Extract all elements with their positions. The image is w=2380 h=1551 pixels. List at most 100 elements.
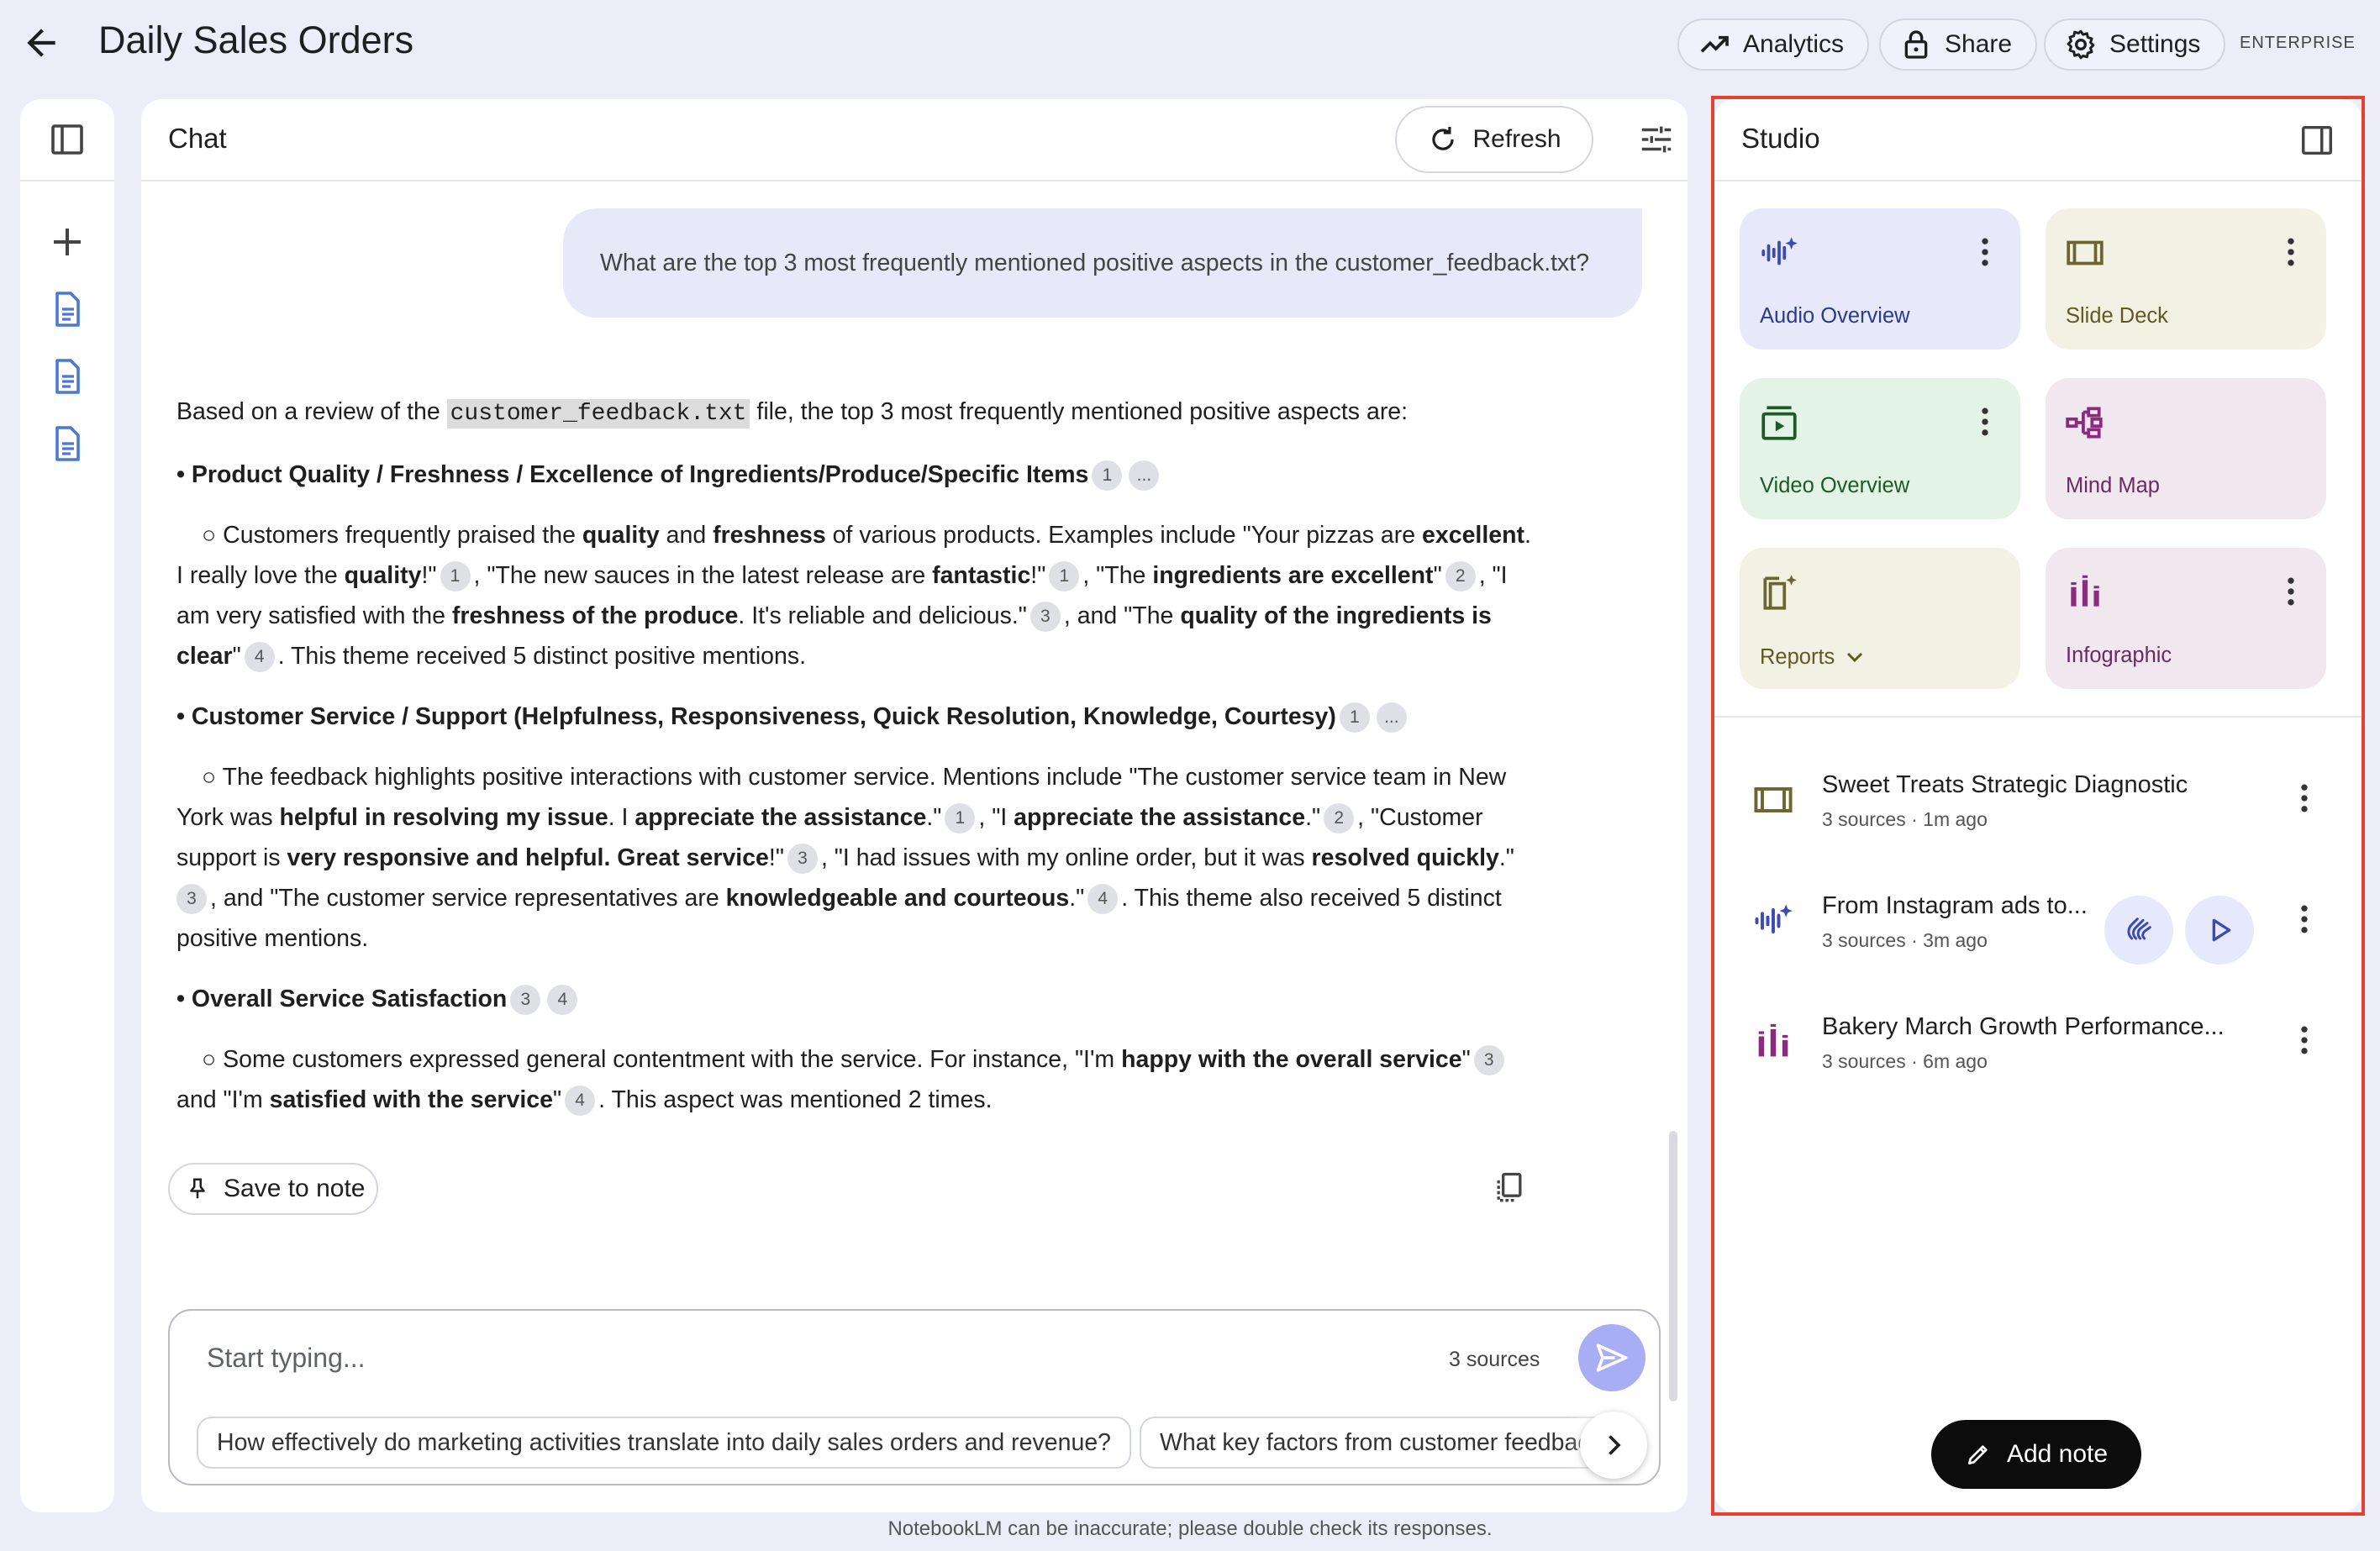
card-label: Reports: [1760, 644, 1835, 669]
assistant-response: Based on a review of the customer_feedba…: [176, 392, 1672, 1120]
pencil-icon: [1967, 1445, 1988, 1464]
citation-badge[interactable]: 4: [547, 985, 578, 1015]
audio-overview-card[interactable]: Audio Overview: [1740, 208, 2020, 350]
more-citations-badge[interactable]: ...: [1129, 460, 1160, 491]
card-label: Audio Overview: [1760, 304, 1910, 328]
lock-icon: [1904, 30, 1928, 59]
send-icon: [1596, 1343, 1628, 1372]
send-button[interactable]: [1578, 1324, 1645, 1391]
chat-input-box[interactable]: Start typing... 3 sources How effectivel…: [168, 1309, 1661, 1485]
more-options-icon[interactable]: [2286, 780, 2323, 817]
save-to-note-label: Save to note: [224, 1175, 366, 1202]
section-heading: • Customer Service / Support (Helpfulnes…: [176, 697, 1672, 737]
note-title: From Instagram ads to...: [1822, 892, 2088, 919]
enterprise-badge: ENTERPRISE: [2240, 34, 2356, 52]
reports-dropdown[interactable]: Reports: [1760, 644, 1868, 670]
more-options-icon[interactable]: [2286, 1022, 2323, 1059]
citation-badge[interactable]: 4: [565, 1086, 596, 1116]
suggestion-chip[interactable]: What key factors from customer feedback: [1140, 1417, 1610, 1469]
more-citations-badge[interactable]: ...: [1376, 702, 1407, 733]
collapse-panel-icon[interactable]: [2298, 121, 2336, 160]
play-icon: [2212, 918, 2231, 942]
response-intro: Based on a review of the customer_feedba…: [176, 398, 1409, 428]
mind-map-card[interactable]: Mind Map: [2046, 378, 2326, 519]
card-label: Mind Map: [2066, 474, 2160, 497]
add-note-label: Add note: [2006, 1440, 2109, 1468]
more-options-icon[interactable]: [1967, 234, 2004, 271]
citation-badge[interactable]: 1: [1092, 460, 1123, 491]
document-icon[interactable]: [47, 356, 87, 397]
citation-badge[interactable]: 1: [440, 561, 471, 591]
share-button[interactable]: Share: [1879, 18, 2038, 71]
document-icon[interactable]: [47, 289, 87, 329]
add-note-button[interactable]: Add note: [1931, 1420, 2141, 1489]
video-overview-icon: [1761, 406, 1797, 440]
citation-badge[interactable]: 3: [1029, 602, 1061, 632]
mind-map-icon: [2066, 407, 2103, 439]
chat-panel: Chat Refresh What are the top 3 most fre…: [141, 99, 1688, 1512]
studio-panel: Studio Audio Overview Slide Deck Video O…: [1714, 99, 2362, 1512]
section-heading: • Overall Service Satisfaction 3 4: [176, 979, 1672, 1019]
studio-header: Studio: [1741, 123, 1820, 154]
note-title: Sweet Treats Strategic Diagnostic: [1822, 771, 2188, 798]
saved-note-item[interactable]: From Instagram ads to... 3 sources · 3m …: [1714, 874, 2362, 968]
note-meta: 3 sources · 3m ago: [1822, 929, 1988, 951]
citation-badge[interactable]: 4: [1087, 884, 1119, 914]
citation-badge[interactable]: 1: [1049, 561, 1080, 591]
citation-badge[interactable]: 3: [176, 884, 207, 914]
save-to-note-button[interactable]: Save to note: [168, 1163, 378, 1215]
analytics-button[interactable]: Analytics: [1677, 18, 1870, 71]
infographic-card[interactable]: Infographic: [2046, 548, 2326, 689]
chat-header: Chat: [168, 123, 227, 154]
next-suggestions-button[interactable]: [1580, 1412, 1647, 1479]
note-meta: 3 sources · 1m ago: [1822, 808, 1988, 830]
citation-badge[interactable]: 3: [787, 844, 818, 874]
citation-badge[interactable]: 3: [510, 985, 541, 1015]
add-source-icon[interactable]: [47, 222, 87, 262]
more-options-icon[interactable]: [1967, 403, 2004, 440]
citation-badge[interactable]: 1: [945, 803, 976, 833]
tune-icon[interactable]: [1637, 120, 1676, 159]
back-arrow-icon[interactable]: [20, 22, 62, 64]
refresh-label: Refresh: [1472, 125, 1561, 153]
citation-badge[interactable]: 2: [1445, 561, 1476, 591]
more-options-icon[interactable]: [2272, 573, 2309, 610]
pin-icon: [190, 1178, 205, 1199]
infographic-icon: [2071, 575, 2099, 607]
copy-icon[interactable]: [1491, 1168, 1528, 1208]
citation-badge[interactable]: 4: [244, 642, 275, 672]
note-meta: 3 sources · 6m ago: [1822, 1050, 1988, 1072]
trending-up-icon: [1700, 35, 1729, 53]
infographic-icon: [1758, 1023, 1788, 1057]
citation-badge[interactable]: 2: [1324, 803, 1355, 833]
document-icon[interactable]: [47, 423, 87, 464]
more-options-icon[interactable]: [2272, 234, 2309, 271]
suggestion-chip[interactable]: How effectively do marketing activities …: [197, 1417, 1132, 1469]
saved-note-item[interactable]: Bakery March Growth Performance... 3 sou…: [1714, 995, 2362, 1089]
disclaimer: NotebookLM can be inaccurate; please dou…: [887, 1517, 1493, 1540]
reports-card[interactable]: Reports: [1740, 548, 2020, 689]
chat-input-placeholder[interactable]: Start typing...: [207, 1343, 366, 1374]
source-count: 3 sources: [1449, 1348, 1540, 1371]
sources-rail: [20, 99, 114, 1512]
slide-deck-icon: [1754, 787, 1793, 812]
video-overview-card[interactable]: Video Overview: [1740, 378, 2020, 519]
citation-badge[interactable]: 1: [1339, 702, 1370, 733]
section-heading: • Product Quality / Freshness / Excellen…: [176, 455, 1672, 495]
play-button[interactable]: [2185, 896, 2254, 965]
wave-hand-icon: [2127, 917, 2151, 940]
chat-scrollbar[interactable]: [1669, 1131, 1677, 1401]
sidebar-toggle-icon[interactable]: [47, 119, 87, 160]
settings-button[interactable]: Settings: [2044, 18, 2226, 71]
chevron-right-icon: [1609, 1435, 1621, 1455]
more-options-icon[interactable]: [2286, 901, 2323, 938]
refresh-icon: [1432, 126, 1455, 150]
audio-overview-icon: [1761, 237, 1798, 266]
saved-note-item[interactable]: Sweet Treats Strategic Diagnostic 3 sour…: [1714, 753, 2362, 847]
file-name-code: customer_feedback.txt: [446, 399, 750, 428]
slide-deck-card[interactable]: Slide Deck: [2046, 208, 2326, 350]
refresh-button[interactable]: Refresh: [1395, 106, 1593, 173]
interactive-mode-button[interactable]: [2104, 896, 2173, 965]
chevron-down-icon: [1847, 652, 1863, 663]
citation-badge[interactable]: 3: [1473, 1045, 1504, 1075]
